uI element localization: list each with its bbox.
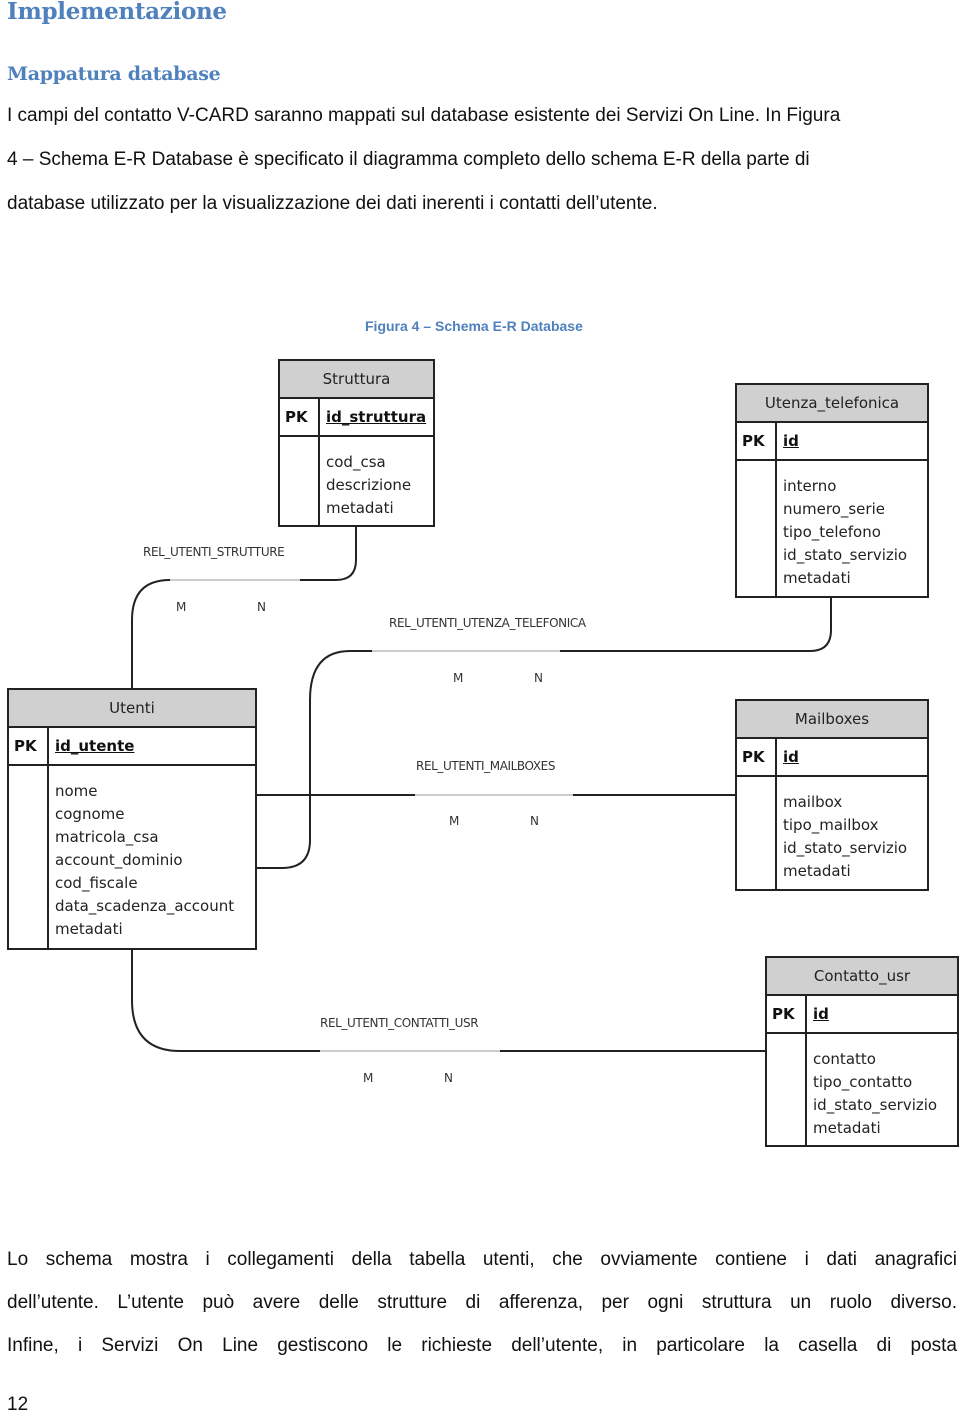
relation-label: REL_UTENTI_STRUTTURE bbox=[143, 545, 285, 559]
connector-utenti-telefonica-right bbox=[560, 597, 832, 652]
pk-field: id bbox=[813, 1005, 829, 1023]
pk-label: PK bbox=[767, 996, 807, 1032]
pk-label: PK bbox=[737, 423, 777, 459]
cardinality-n: N bbox=[534, 671, 543, 685]
field: cod_fiscale bbox=[55, 874, 138, 892]
field: matricola_csa bbox=[55, 828, 159, 846]
entity-contatto-usr: Contatto_usr PK id contatto tipo_contatto… bbox=[765, 956, 959, 1147]
field: id_stato_servizio bbox=[813, 1096, 938, 1114]
connector-utenti-contatti-left bbox=[131, 949, 320, 1052]
entity-mailboxes: Mailboxes PK id mailbox tipo_mailbox id_s… bbox=[735, 699, 929, 891]
entity-title: Mailboxes bbox=[737, 701, 927, 739]
entity-fields: interno numero_serie tipo_telefono id_st… bbox=[777, 461, 927, 596]
connector-utenti-strutture bbox=[300, 527, 357, 581]
entity-fields: cod_csa descrizione metadati bbox=[320, 437, 433, 525]
field: metadati bbox=[783, 569, 851, 587]
field: metadati bbox=[813, 1119, 881, 1137]
connector-utenti-strutture-left bbox=[131, 579, 171, 689]
entity-title: Utenti bbox=[9, 690, 255, 728]
entity-fields: mailbox tipo_mailbox id_stato_servizio m… bbox=[777, 777, 927, 889]
relation-label: REL_UTENTI_UTENZA_TELEFONICA bbox=[389, 616, 586, 630]
pk-field: id_utente bbox=[55, 737, 135, 755]
field: data_scadenza_account bbox=[55, 897, 235, 915]
pk-label: PK bbox=[280, 399, 320, 435]
field: tipo_contatto bbox=[813, 1073, 913, 1091]
field: mailbox bbox=[783, 793, 843, 811]
field: cod_csa bbox=[326, 453, 386, 471]
field: tipo_mailbox bbox=[783, 816, 879, 834]
field: numero_serie bbox=[783, 500, 885, 518]
field: cognome bbox=[55, 805, 125, 823]
entity-struttura: Struttura PK id_struttura cod_csa descriz… bbox=[278, 359, 435, 527]
entity-fields: nome cognome matricola_csa account_domin… bbox=[49, 766, 255, 948]
field: id_stato_servizio bbox=[783, 839, 908, 857]
pk-field: id bbox=[783, 432, 799, 450]
cardinality-m: M bbox=[176, 600, 187, 614]
cardinality-n: N bbox=[257, 600, 266, 614]
connector-utenti-telefonica-left bbox=[257, 650, 372, 869]
relation-label: REL_UTENTI_MAILBOXES bbox=[416, 759, 556, 773]
field: nome bbox=[55, 782, 98, 800]
page-number: 12 bbox=[7, 1394, 29, 1415]
field: metadati bbox=[55, 920, 123, 938]
pk-field: id bbox=[783, 748, 799, 766]
entity-utenza-telefonica: Utenza_telefonica PK id interno numero_se… bbox=[735, 383, 929, 598]
field: tipo_telefono bbox=[783, 523, 881, 541]
field: contatto bbox=[813, 1050, 876, 1068]
cardinality-m: M bbox=[363, 1071, 374, 1085]
field: id_stato_servizio bbox=[783, 546, 908, 564]
field: account_dominio bbox=[55, 851, 183, 869]
entity-title: Contatto_usr bbox=[767, 958, 957, 996]
cardinality-m: M bbox=[449, 814, 460, 828]
entity-title: Utenza_telefonica bbox=[737, 385, 927, 423]
body-line: Infine, i Servizi On Line gestiscono le … bbox=[7, 1335, 957, 1356]
field: interno bbox=[783, 477, 837, 495]
pk-label: PK bbox=[737, 739, 777, 775]
cardinality-n: N bbox=[530, 814, 539, 828]
field: metadati bbox=[326, 499, 394, 517]
body-line: Lo schema mostra i collegamenti della ta… bbox=[7, 1249, 957, 1270]
field: descrizione bbox=[326, 476, 412, 494]
pk-field: id_struttura bbox=[326, 408, 427, 426]
cardinality-n: N bbox=[444, 1071, 453, 1085]
entity-utenti: Utenti PK id_utente nome cognome matricol… bbox=[7, 688, 257, 950]
field: metadati bbox=[783, 862, 851, 880]
pk-label: PK bbox=[9, 728, 49, 764]
entity-title: Struttura bbox=[280, 361, 433, 399]
body-line: dell’utente. L’utente può avere delle st… bbox=[7, 1292, 957, 1313]
relation-label: REL_UTENTI_CONTATTI_USR bbox=[320, 1016, 479, 1030]
cardinality-m: M bbox=[453, 671, 464, 685]
entity-fields: contatto tipo_contatto id_stato_servizio… bbox=[807, 1034, 957, 1145]
